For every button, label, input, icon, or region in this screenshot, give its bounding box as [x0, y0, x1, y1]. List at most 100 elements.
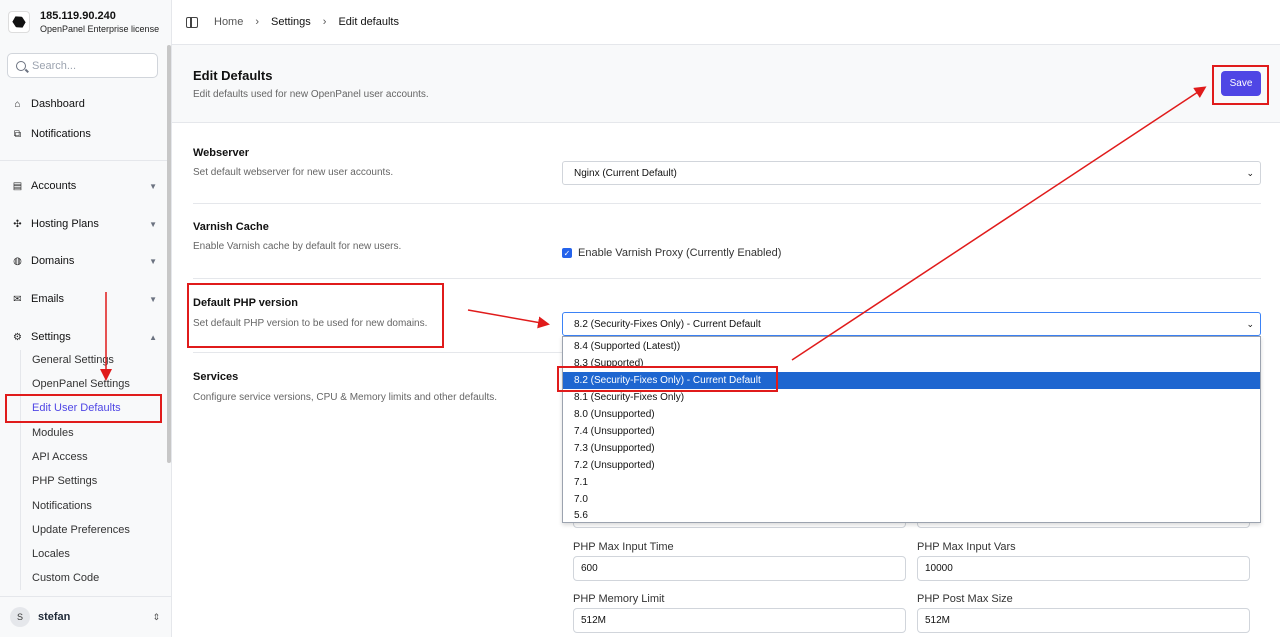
- sidebar-item-modules[interactable]: Modules: [32, 427, 74, 439]
- post-max-size-label: PHP Post Max Size: [917, 593, 1013, 605]
- sidebar-item-php-settings[interactable]: PHP Settings: [32, 475, 97, 487]
- annotation-box-save: [1212, 65, 1269, 105]
- breadcrumb-settings[interactable]: Settings: [271, 16, 311, 28]
- submenu-line: [20, 350, 21, 590]
- plans-icon: ✣: [13, 218, 22, 230]
- user-name: stefan: [38, 611, 71, 623]
- memory-limit-label: PHP Memory Limit: [573, 593, 665, 605]
- nav-hosting-plans[interactable]: ✣ Hosting Plans ▼: [12, 218, 157, 230]
- arrow-to-php-select: [467, 309, 550, 329]
- page-header: Edit Defaults Edit defaults used for new…: [172, 45, 1280, 123]
- sidebar-item-general-settings[interactable]: General Settings: [32, 354, 114, 366]
- nav-notifications[interactable]: ⧉ Notifications: [12, 128, 157, 140]
- nav-accounts[interactable]: ▤ Accounts ▼: [12, 180, 157, 192]
- php-version-dropdown: 8.4 (Supported (Latest)) 8.3 (Supported)…: [562, 336, 1261, 523]
- sidebar-item-api-access[interactable]: API Access: [32, 451, 88, 463]
- post-max-size-field[interactable]: 512M: [917, 608, 1250, 633]
- php-option[interactable]: 7.3 (Unsupported): [563, 440, 1260, 457]
- php-option[interactable]: 8.4 (Supported (Latest)): [563, 338, 1260, 355]
- chevron-right-icon: ›: [322, 16, 327, 28]
- search-icon: [16, 60, 26, 71]
- sidebar: 185.119.90.240 OpenPanel Enterprise lice…: [0, 0, 172, 637]
- services-title: Services: [193, 371, 239, 383]
- post-max-size-value: 512M: [925, 615, 951, 626]
- max-input-time-value: 600: [581, 563, 598, 574]
- search-placeholder: Search...: [32, 59, 77, 72]
- nav-emails-label: Emails: [31, 293, 65, 305]
- home-icon: ⌂: [14, 98, 21, 110]
- max-input-vars-field[interactable]: 10000: [917, 556, 1250, 581]
- webserver-select[interactable]: Nginx (Current Default) ⌄: [562, 161, 1261, 185]
- max-input-time-field[interactable]: 600: [573, 556, 906, 581]
- chevron-down-icon: ▼: [149, 219, 157, 229]
- gear-icon: ⚙: [13, 331, 22, 343]
- nav-settings[interactable]: ⚙ Settings ▲: [12, 331, 157, 343]
- php-option[interactable]: 7.1: [563, 474, 1260, 491]
- memory-limit-field[interactable]: 512M: [573, 608, 906, 633]
- nav-notifications-label: Notifications: [31, 128, 91, 140]
- php-version-value: 8.2 (Security-Fixes Only) - Current Defa…: [574, 318, 761, 330]
- webserver-desc: Set default webserver for new user accou…: [193, 167, 394, 178]
- chevron-down-icon: ⌄: [1246, 319, 1254, 329]
- varnish-title: Varnish Cache: [193, 221, 269, 233]
- php-option[interactable]: 7.4 (Unsupported): [563, 423, 1260, 440]
- varnish-checkbox-label: Enable Varnish Proxy (Currently Enabled): [578, 247, 782, 259]
- php-option[interactable]: 7.0: [563, 491, 1260, 508]
- page-title: Edit Defaults: [193, 68, 273, 83]
- sidebar-divider: [0, 596, 172, 597]
- sidebar-item-notifications[interactable]: Notifications: [32, 500, 92, 512]
- server-ip: 185.119.90.240: [40, 10, 116, 22]
- sidebar-toggle-icon[interactable]: [186, 16, 198, 28]
- services-desc: Configure service versions, CPU & Memory…: [193, 392, 498, 403]
- nav-settings-label: Settings: [31, 331, 71, 343]
- php-option[interactable]: 8.0 (Unsupported): [563, 406, 1260, 423]
- chevron-updown-icon: ⇕: [152, 611, 160, 622]
- webserver-title: Webserver: [193, 147, 250, 159]
- globe-icon: ◍: [13, 255, 22, 267]
- nav-dashboard-label: Dashboard: [31, 98, 85, 110]
- php-option[interactable]: 5.6: [563, 507, 1260, 524]
- webserver-value: Nginx (Current Default): [574, 167, 677, 179]
- annotation-box-php-section: [187, 283, 444, 348]
- php-version-select[interactable]: 8.2 (Security-Fixes Only) - Current Defa…: [562, 312, 1261, 336]
- varnish-checkbox[interactable]: ✓: [562, 248, 572, 258]
- brand[interactable]: 185.119.90.240 OpenPanel Enterprise lice…: [8, 10, 159, 34]
- sidebar-item-update-preferences[interactable]: Update Preferences: [32, 524, 130, 536]
- nav-domains-label: Domains: [31, 255, 75, 267]
- search-input[interactable]: Search...: [7, 53, 158, 78]
- sidebar-item-locales[interactable]: Locales: [32, 548, 70, 560]
- sidebar-item-openpanel-settings[interactable]: OpenPanel Settings: [32, 378, 130, 390]
- nav-domains[interactable]: ◍ Domains ▼: [12, 255, 157, 267]
- max-input-vars-value: 10000: [925, 563, 953, 574]
- chevron-right-icon: ›: [255, 16, 260, 28]
- memory-limit-value: 512M: [581, 615, 607, 626]
- chevron-down-icon: ▼: [149, 181, 157, 191]
- max-input-vars-label: PHP Max Input Vars: [917, 541, 1016, 553]
- sidebar-divider: [0, 160, 172, 161]
- max-input-time-label: PHP Max Input Time: [573, 541, 674, 553]
- varnish-desc: Enable Varnish cache by default for new …: [193, 241, 402, 252]
- openpanel-logo-icon: [8, 11, 30, 33]
- sidebar-item-custom-code[interactable]: Custom Code: [32, 572, 99, 584]
- avatar: S: [10, 607, 30, 627]
- chevron-up-icon: ▲: [149, 332, 157, 342]
- breadcrumb-current: Edit defaults: [338, 16, 399, 28]
- section-divider: [193, 278, 1261, 279]
- user-menu[interactable]: S stefan ⇕: [10, 607, 160, 627]
- sidebar-scrollbar[interactable]: [167, 45, 171, 463]
- breadcrumb: Home › Settings › Edit defaults: [172, 0, 1280, 45]
- page-subtitle: Edit defaults used for new OpenPanel use…: [193, 89, 429, 100]
- accounts-icon: ▤: [12, 180, 23, 192]
- bell-icon: ⧉: [13, 128, 22, 140]
- chevron-down-icon: ▼: [149, 294, 157, 304]
- breadcrumb-home[interactable]: Home: [214, 16, 243, 28]
- chevron-down-icon: ⌄: [1246, 168, 1254, 178]
- varnish-checkbox-row[interactable]: ✓ Enable Varnish Proxy (Currently Enable…: [562, 247, 781, 259]
- chevron-down-icon: ▼: [149, 256, 157, 266]
- annotation-box-selected-option: [557, 366, 778, 392]
- license-label: OpenPanel Enterprise license: [40, 24, 160, 34]
- nav-emails[interactable]: ✉ Emails ▼: [12, 293, 157, 305]
- php-option[interactable]: 7.2 (Unsupported): [563, 457, 1260, 474]
- mail-icon: ✉: [13, 293, 22, 305]
- nav-dashboard[interactable]: ⌂ Dashboard: [12, 98, 157, 110]
